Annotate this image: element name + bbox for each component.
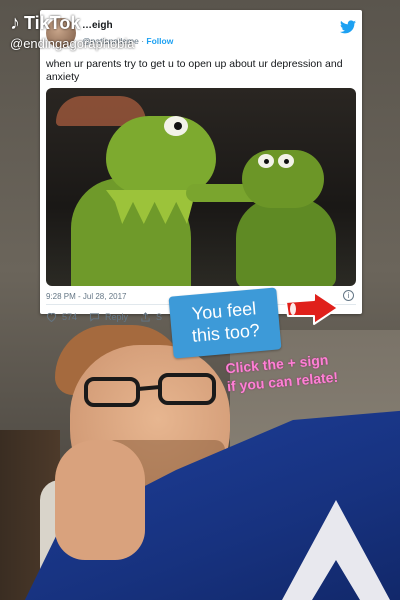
follow-button[interactable]: Follow — [146, 36, 173, 46]
info-icon[interactable]: i — [343, 290, 354, 301]
tweet-card[interactable]: …eigh @natisnotlame · Follow when ur par… — [40, 10, 362, 322]
red-arrow-icon — [285, 291, 339, 325]
heart-icon — [46, 312, 57, 322]
like-button[interactable]: 574 — [46, 312, 77, 322]
kermit-head — [106, 116, 216, 194]
tiktok-logo: ♪ TikTok — [10, 12, 80, 35]
tiktok-logo-text: TikTok — [24, 13, 81, 33]
reply-label: Reply — [105, 312, 129, 322]
tweet-text: when ur parents try to get u to open up … — [46, 58, 343, 83]
tweet-actions: 574 Reply S — [46, 306, 162, 328]
tiktok-handle[interactable]: @endingagoraphobia — [10, 36, 135, 51]
share-button[interactable]: S — [140, 312, 162, 322]
tweet-media-image[interactable] — [46, 88, 356, 286]
feel-sticker: You feel this too? — [168, 287, 282, 359]
share-label: S — [156, 312, 163, 322]
kermit-pupil — [174, 122, 182, 130]
small-frog-pupil-right — [284, 159, 289, 164]
small-frog-pupil-left — [264, 159, 269, 164]
twitter-bird-icon[interactable] — [340, 20, 356, 34]
tiktok-note-icon: ♪ — [10, 12, 20, 34]
glasses-graphic — [84, 373, 216, 407]
like-count: 574 — [62, 312, 78, 322]
reply-icon — [89, 313, 100, 322]
small-frog-body — [236, 198, 336, 286]
reply-button[interactable]: Reply — [89, 312, 128, 322]
tweet-display-name[interactable]: …eigh — [82, 20, 113, 31]
share-icon — [141, 312, 150, 322]
tweet-timestamp[interactable]: 9:28 PM - Jul 28, 2017 — [46, 292, 127, 301]
person-hand — [55, 440, 145, 560]
